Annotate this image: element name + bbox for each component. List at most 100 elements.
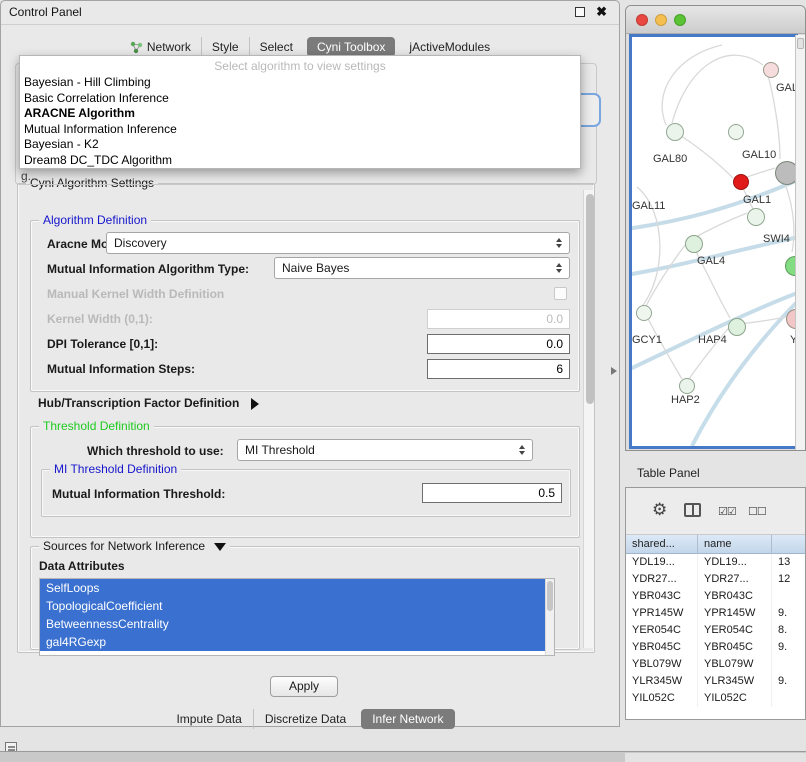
panel-splitter-grip[interactable]	[611, 367, 617, 375]
tab-discretize-data[interactable]: Discretize Data	[253, 709, 357, 729]
network-node[interactable]	[679, 378, 695, 394]
cell: YBR043C	[626, 588, 698, 605]
data-attributes-label: Data Attributes	[39, 559, 125, 573]
sources-title: Sources for Network Inference	[43, 539, 205, 553]
attribute-item-selected[interactable]: TopologicalCoefficient	[40, 597, 545, 615]
select-all-icon[interactable]: ☑☑	[718, 505, 736, 518]
zoom-traffic-light[interactable]	[674, 14, 686, 26]
attribute-item-selected[interactable]: SelfLoops	[40, 579, 545, 597]
tab-network[interactable]: Network	[120, 37, 201, 57]
cell: YBR043C	[698, 588, 772, 605]
node-label: SWI4	[763, 233, 790, 245]
tab-label: Network	[147, 40, 191, 54]
manual-kernel-checkbox[interactable]	[554, 287, 567, 300]
scrollbar-thumb[interactable]	[547, 581, 553, 611]
algorithm-option[interactable]: Bayesian - K2	[20, 137, 580, 153]
column-header-partial[interactable]	[772, 535, 805, 554]
network-node[interactable]	[636, 305, 652, 321]
column-selector-icon[interactable]	[684, 503, 701, 517]
algorithm-option-selected[interactable]: ARACNE Algorithm	[20, 106, 580, 122]
cell: 9.	[772, 605, 805, 622]
collapsed-arrow-icon	[251, 398, 259, 410]
network-vertical-scrollbar[interactable]	[795, 35, 805, 450]
hub-tf-section-toggle[interactable]: Hub/Transcription Factor Definition	[38, 396, 259, 414]
column-header-shared-name[interactable]: shared...	[626, 535, 698, 554]
node-label: GAL10	[742, 149, 776, 161]
mi-threshold-input[interactable]	[422, 483, 562, 503]
which-threshold-combo[interactable]: MI Threshold	[237, 439, 533, 461]
dpi-tolerance-input[interactable]	[427, 334, 570, 354]
attribute-item-selected[interactable]: BetweennessCentrality	[40, 615, 545, 633]
tab-infer-network[interactable]: Infer Network	[361, 709, 454, 729]
network-node[interactable]	[728, 124, 744, 140]
deselect-all-icon[interactable]: ☐☐	[748, 505, 766, 518]
algorithm-option[interactable]: Mutual Information Inference	[20, 122, 580, 138]
cell: YER054C	[626, 622, 698, 639]
algorithm-option[interactable]: Dream8 DC_TDC Algorithm	[20, 153, 580, 169]
cell: YIL052C	[698, 690, 772, 707]
table-row[interactable]: YBR043C YBR043C	[626, 588, 805, 605]
node-label: GAL1	[743, 194, 771, 206]
table-row[interactable]: YDR27... YDR27... 12	[626, 571, 805, 588]
mi-steps-label: Mutual Information Steps:	[47, 362, 195, 376]
minimize-traffic-light[interactable]	[655, 14, 667, 26]
cell: YBL079W	[626, 656, 698, 673]
cell: 9.	[772, 673, 805, 690]
popup-placeholder: Select algorithm to view settings	[20, 58, 580, 75]
node-label: HAP4	[698, 334, 727, 346]
network-node[interactable]	[685, 235, 703, 253]
network-node[interactable]	[747, 208, 765, 226]
cell: YLR345W	[698, 673, 772, 690]
manual-kernel-label: Manual Kernel Width Definition	[47, 287, 224, 301]
scrollbar-button[interactable]	[797, 38, 804, 49]
window-title: Control Panel	[9, 5, 82, 19]
table-row[interactable]: YER054C YER054C 8.	[626, 622, 805, 639]
table-header-row: shared... name	[626, 535, 805, 554]
combo-arrows-icon	[556, 263, 562, 273]
table-row[interactable]: YLR345W YLR345W 9.	[626, 673, 805, 690]
threshold-definition-group: Threshold Definition Which threshold to …	[30, 426, 580, 538]
table-row[interactable]: YBL079W YBL079W	[626, 656, 805, 673]
tab-cyni-toolbox[interactable]: Cyni Toolbox	[307, 37, 395, 57]
tab-label: Cyni Toolbox	[317, 40, 385, 54]
apply-button[interactable]: Apply	[270, 676, 338, 697]
tab-jactivemodules[interactable]: jActiveModules	[399, 37, 500, 57]
control-panel-window: Control Panel ✖ Network Style Select Cyn…	[0, 0, 620, 727]
attribute-item-selected[interactable]: gal4RGexp	[40, 633, 545, 651]
float-window-icon[interactable]	[575, 7, 585, 17]
algorithm-option[interactable]: Bayesian - Hill Climbing	[20, 75, 580, 91]
sources-section-toggle[interactable]: Sources for Network Inference	[39, 539, 230, 553]
network-node[interactable]	[733, 174, 749, 190]
close-icon[interactable]: ✖	[596, 4, 607, 20]
table-row[interactable]: YBR045C YBR045C 9.	[626, 639, 805, 656]
cell: YLR345W	[626, 673, 698, 690]
tab-select[interactable]: Select	[249, 37, 303, 57]
cell: YPR145W	[698, 605, 772, 622]
combo-arrows-icon	[556, 238, 562, 248]
column-header-name[interactable]: name	[698, 535, 772, 554]
aracne-mode-combo[interactable]: Discovery	[106, 232, 570, 254]
mi-type-combo[interactable]: Naive Bayes	[274, 257, 570, 279]
mi-steps-input[interactable]	[427, 359, 570, 379]
network-node[interactable]	[666, 123, 684, 141]
settings-scrollbar[interactable]	[583, 190, 594, 648]
attribute-list-scrollbar[interactable]	[545, 579, 554, 655]
close-traffic-light[interactable]	[636, 14, 648, 26]
network-node[interactable]	[763, 62, 779, 78]
kernel-width-input[interactable]	[427, 309, 570, 329]
node-label: GAL4	[697, 255, 725, 267]
tab-style[interactable]: Style	[201, 37, 249, 57]
control-panel-titlebar: Control Panel ✖	[1, 1, 619, 25]
settings-gear-icon[interactable]: ⚙	[652, 500, 667, 520]
table-row[interactable]: YIL052C YIL052C	[626, 690, 805, 707]
algorithm-option[interactable]: Basic Correlation Inference	[20, 91, 580, 107]
cell: YBL079W	[698, 656, 772, 673]
scrollbar-thumb[interactable]	[586, 194, 594, 404]
kernel-width-label: Kernel Width (0,1):	[47, 312, 153, 326]
table-row[interactable]: YDL19... YDL19... 13	[626, 554, 805, 571]
table-row[interactable]: YPR145W YPR145W 9.	[626, 605, 805, 622]
tab-impute-data[interactable]: Impute Data	[165, 709, 252, 729]
network-node[interactable]	[728, 318, 746, 336]
expanded-arrow-icon	[214, 543, 226, 551]
network-canvas[interactable]: GAL7 GAL80 GAL10 GAL11 GAL1 SWI4 GAL4 GC…	[629, 34, 798, 449]
